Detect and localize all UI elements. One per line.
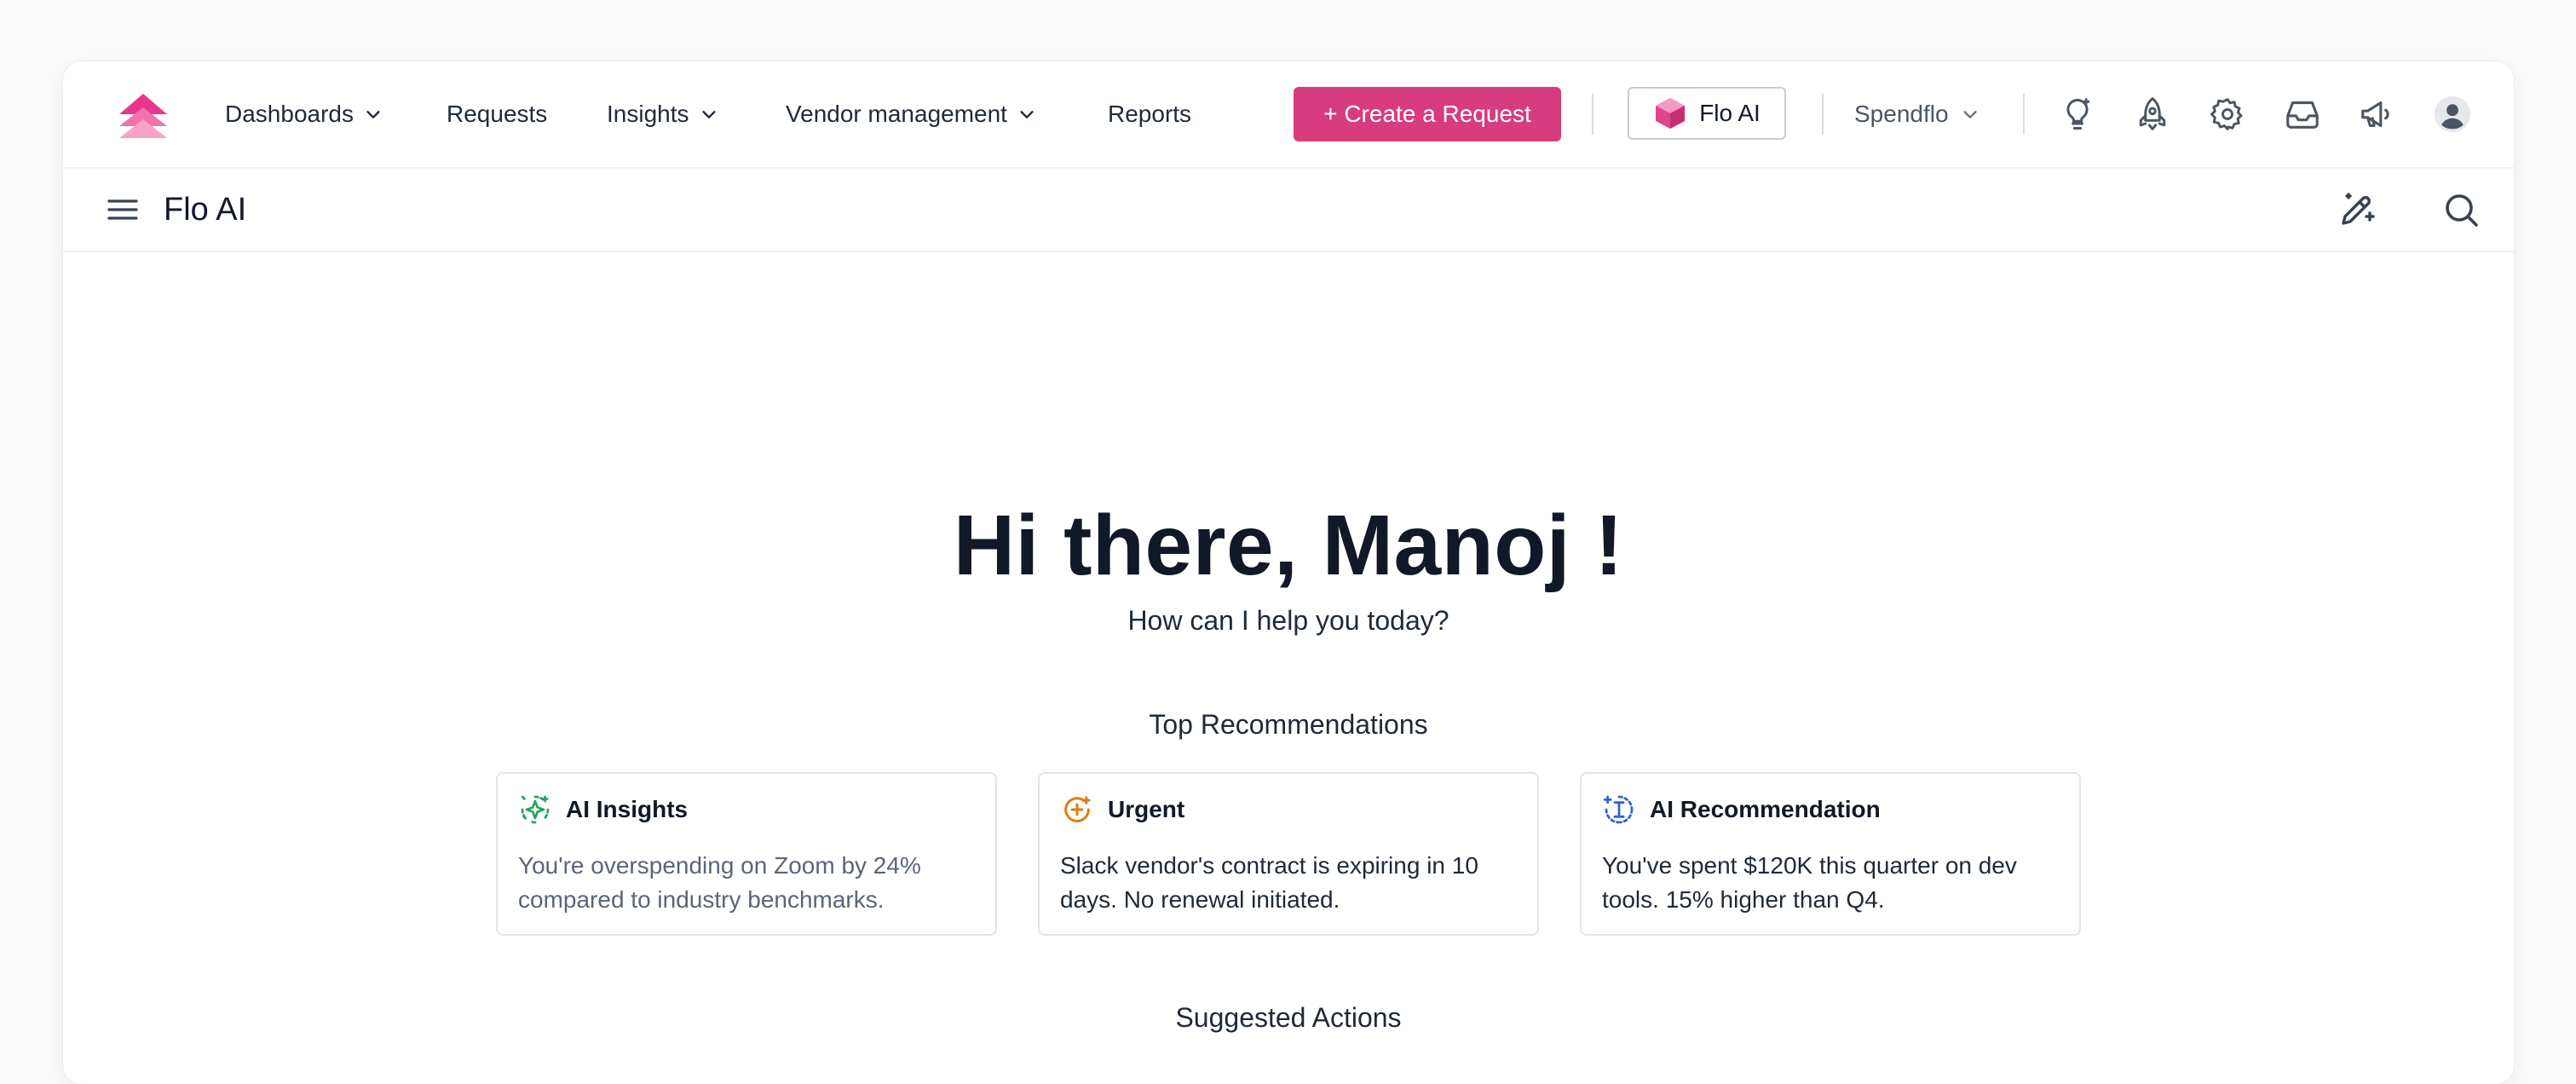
urgent-plus-icon: [1064, 796, 1091, 822]
nav-reports-label: Reports: [1108, 101, 1192, 127]
divider: [1592, 94, 1593, 135]
spendflo-logo[interactable]: [118, 92, 169, 141]
flo-ai-button[interactable]: Flo AI: [1628, 87, 1786, 140]
flo-ai-cube-icon: [1656, 98, 1686, 129]
lightbulb-icon[interactable]: [2057, 94, 2098, 135]
recommendation-card-ai-insights[interactable]: AI Insights You're overspending on Zoom …: [496, 772, 997, 936]
nav-insights-label: Insights: [607, 101, 689, 127]
nav-insights[interactable]: Insights: [607, 61, 718, 167]
inbox-icon[interactable]: [2282, 94, 2323, 135]
card-title: AI Recommendation: [1650, 796, 1881, 822]
card-title: AI Insights: [566, 796, 689, 822]
nav-requests-label: Requests: [447, 101, 548, 127]
chevron-down-icon: [1962, 111, 1977, 118]
nav-dashboards[interactable]: Dashboards: [225, 61, 383, 167]
nav-dashboards-label: Dashboards: [225, 101, 354, 127]
ai-text-icon: [1603, 795, 1634, 824]
gear-icon[interactable]: [2207, 94, 2248, 135]
org-selector[interactable]: Spendflo: [1854, 87, 1980, 141]
search-icon[interactable]: [2441, 189, 2481, 230]
nav-vendor-management[interactable]: Vendor management: [786, 61, 1036, 167]
divider: [1822, 94, 1824, 135]
divider: [2023, 94, 2025, 135]
org-selector-label: Spendflo: [1854, 101, 1949, 127]
rocket-icon[interactable]: [2132, 94, 2173, 135]
card-header: AI Recommendation: [1602, 793, 1881, 827]
card-body: Slack vendor's contract is expiring in 1…: [1060, 852, 1478, 913]
user-avatar-icon[interactable]: [2432, 94, 2473, 135]
top-recommendations-title: Top Recommendations: [1149, 709, 1428, 740]
nav-reports[interactable]: Reports: [1108, 61, 1191, 167]
edit-pen-icon[interactable]: [2337, 189, 2377, 230]
menu-icon[interactable]: [104, 193, 141, 227]
greeting-subtitle: How can I help you today?: [1127, 605, 1449, 636]
card-body: You're overspending on Zoom by 24% compa…: [518, 852, 921, 913]
nav-requests[interactable]: Requests: [447, 61, 547, 167]
card-header: AI Insights: [518, 793, 688, 827]
flo-ai-button-label: Flo AI: [1699, 100, 1761, 126]
card-body: You've spent $120K this quarter on dev t…: [1602, 852, 2017, 913]
suggested-actions-title: Suggested Actions: [1175, 1002, 1402, 1033]
nav-vendor-management-label: Vendor management: [786, 101, 1007, 127]
chevron-down-icon: [701, 111, 716, 118]
card-title: Urgent: [1108, 796, 1185, 822]
recommendation-card-ai-recommendation[interactable]: AI Recommendation You've spent $120K thi…: [1580, 772, 2081, 936]
recommendation-card-urgent[interactable]: Urgent Slack vendor's contract is expiri…: [1038, 772, 1539, 936]
card-header: Urgent: [1060, 793, 1184, 827]
megaphone-icon[interactable]: [2357, 94, 2398, 135]
chevron-down-icon: [366, 111, 380, 118]
app-window: Dashboards Requests Insights Vendor mana…: [63, 61, 2514, 1084]
top-navigation: Dashboards Requests Insights Vendor mana…: [63, 61, 2514, 169]
sparkle-icon: [521, 795, 550, 824]
page-header: Flo AI: [63, 169, 2514, 252]
greeting-heading: Hi there, Manoj !: [953, 498, 1624, 593]
page-title: Flo AI: [164, 192, 247, 228]
create-request-button[interactable]: + Create a Request: [1294, 87, 1561, 141]
chevron-down-icon: [1020, 111, 1034, 118]
